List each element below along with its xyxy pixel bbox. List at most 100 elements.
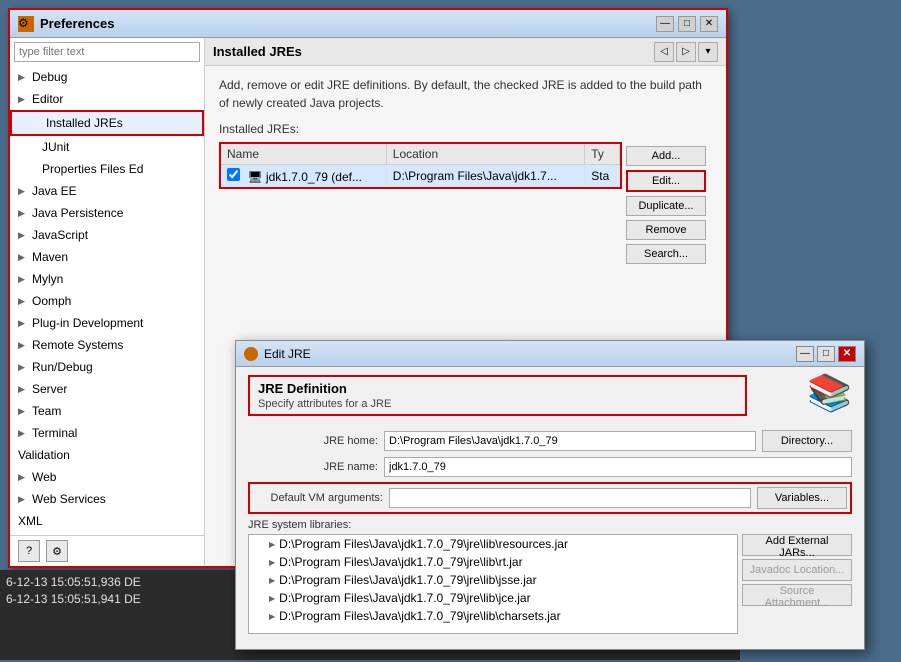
sidebar-item-plugin-dev[interactable]: ▶ Plug-in Development bbox=[10, 312, 204, 334]
javadoc-location-button[interactable]: Javadoc Location... bbox=[742, 559, 852, 581]
sidebar-item-java-ee[interactable]: ▶ Java EE bbox=[10, 180, 204, 202]
jre-name-input[interactable] bbox=[384, 457, 852, 477]
sidebar-item-server[interactable]: ▶ Server bbox=[10, 378, 204, 400]
sidebar-item-debug[interactable]: ▶ Debug bbox=[10, 66, 204, 88]
sidebar-item-label: Terminal bbox=[32, 424, 77, 442]
jre-checkbox[interactable] bbox=[227, 168, 240, 181]
sidebar-item-oomph[interactable]: ▶ Oomph bbox=[10, 290, 204, 312]
sidebar-item-web-services[interactable]: ▶ Web Services bbox=[10, 488, 204, 510]
jre-home-row: JRE home: Directory... bbox=[248, 430, 852, 452]
toolbar-nav: ◁ ▷ ▾ bbox=[654, 42, 718, 62]
sidebar-item-terminal[interactable]: ▶ Terminal bbox=[10, 422, 204, 444]
nav-forward-button[interactable]: ▷ bbox=[676, 42, 696, 62]
duplicate-button[interactable]: Duplicate... bbox=[626, 196, 706, 216]
edit-button[interactable]: Edit... bbox=[626, 170, 706, 192]
default-vm-input[interactable] bbox=[389, 488, 751, 508]
sidebar-item-label: JavaScript bbox=[32, 226, 88, 244]
jre-home-input[interactable] bbox=[384, 431, 756, 451]
sidebar-item-label: Maven bbox=[32, 248, 68, 266]
dialog-minimize-button[interactable]: — bbox=[796, 346, 814, 362]
arrow-icon: ▶ bbox=[269, 540, 275, 549]
col-type: Ty bbox=[585, 144, 620, 165]
sidebar-item-label: JUnit bbox=[42, 138, 69, 156]
minimize-button[interactable]: — bbox=[656, 16, 674, 32]
books-icon: 📚 bbox=[807, 375, 852, 411]
sidebar-item-label: Plug-in Development bbox=[32, 314, 143, 332]
preferences-title: Preferences bbox=[40, 16, 114, 31]
list-item[interactable]: ▶ D:\Program Files\Java\jdk1.7.0_79\jre\… bbox=[249, 589, 737, 607]
filter-input[interactable] bbox=[14, 42, 200, 62]
jre-table: Name Location Ty 🖥 jdk1.7.0_79 (def... bbox=[221, 144, 620, 187]
sidebar-item-validation[interactable]: Validation bbox=[10, 444, 204, 466]
arrow-icon: ▶ bbox=[18, 226, 28, 244]
sidebar-item-label: Editor bbox=[32, 90, 63, 108]
sidebar-item-label: Debug bbox=[32, 68, 67, 86]
nav-dropdown-button[interactable]: ▾ bbox=[698, 42, 718, 62]
list-item[interactable]: ▶ D:\Program Files\Java\jdk1.7.0_79\jre\… bbox=[249, 553, 737, 571]
maximize-button[interactable]: □ bbox=[678, 16, 696, 32]
lib-path: D:\Program Files\Java\jdk1.7.0_79\jre\li… bbox=[279, 591, 530, 605]
add-external-jars-button[interactable]: Add External JARs... bbox=[742, 534, 852, 556]
sidebar-item-label: XML bbox=[18, 512, 43, 530]
col-name: Name bbox=[221, 144, 386, 165]
arrow-icon: ▶ bbox=[18, 468, 28, 486]
arrow-icon: ▶ bbox=[18, 182, 28, 200]
arrow-icon: ▶ bbox=[269, 594, 275, 603]
add-button[interactable]: Add... bbox=[626, 146, 706, 166]
sidebar-item-properties[interactable]: Properties Files Ed bbox=[10, 158, 204, 180]
sidebar-tree[interactable]: ▶ Debug ▶ Editor Installed JREs JUnit Pr… bbox=[10, 66, 204, 535]
sidebar-item-junit[interactable]: JUnit bbox=[10, 136, 204, 158]
sidebar-item-xml[interactable]: XML bbox=[10, 510, 204, 532]
sidebar-item-javascript[interactable]: ▶ JavaScript bbox=[10, 224, 204, 246]
dialog-controls: — □ ✕ bbox=[796, 346, 856, 362]
dialog-close-button[interactable]: ✕ bbox=[838, 346, 856, 362]
list-item[interactable]: ▶ D:\Program Files\Java\jdk1.7.0_79\jre\… bbox=[249, 535, 737, 553]
jre-name-row: JRE name: bbox=[248, 457, 852, 477]
panel-description: Add, remove or edit JRE definitions. By … bbox=[219, 76, 712, 112]
sidebar-item-label: Java EE bbox=[32, 182, 77, 200]
sidebar-item-label: Installed JREs bbox=[46, 114, 123, 132]
close-button[interactable]: ✕ bbox=[700, 16, 718, 32]
libraries-area: ▶ D:\Program Files\Java\jdk1.7.0_79\jre\… bbox=[248, 534, 852, 634]
arrow-icon: ▶ bbox=[18, 292, 28, 310]
dialog-icon bbox=[244, 347, 258, 361]
arrow-icon: ▶ bbox=[18, 358, 28, 376]
sidebar-item-installed-jres[interactable]: Installed JREs bbox=[10, 110, 204, 136]
jre-type-cell: Sta bbox=[585, 165, 620, 188]
arrow-icon: ▶ bbox=[18, 380, 28, 398]
sidebar-item-mylyn[interactable]: ▶ Mylyn bbox=[10, 268, 204, 290]
sidebar-item-label: Web Services bbox=[32, 490, 106, 508]
libraries-list[interactable]: ▶ D:\Program Files\Java\jdk1.7.0_79\jre\… bbox=[248, 534, 738, 634]
arrow-icon: ▶ bbox=[269, 576, 275, 585]
list-item[interactable]: ▶ D:\Program Files\Java\jdk1.7.0_79\jre\… bbox=[249, 571, 737, 589]
dialog-heading: JRE Definition bbox=[258, 381, 737, 396]
sidebar-item-java-persistence[interactable]: ▶ Java Persistence bbox=[10, 202, 204, 224]
sidebar-item-remote-systems[interactable]: ▶ Remote Systems bbox=[10, 334, 204, 356]
sidebar-item-run-debug[interactable]: ▶ Run/Debug bbox=[10, 356, 204, 378]
source-attachment-button[interactable]: Source Attachment... bbox=[742, 584, 852, 606]
arrow-icon: ▶ bbox=[18, 204, 28, 222]
dialog-maximize-button[interactable]: □ bbox=[817, 346, 835, 362]
search-button[interactable]: Search... bbox=[626, 244, 706, 264]
sidebar-item-label: Properties Files Ed bbox=[42, 160, 143, 178]
sidebar-item-label: Oomph bbox=[32, 292, 71, 310]
titlebar-controls: — □ ✕ bbox=[656, 16, 718, 32]
preferences-btn[interactable]: ⚙ bbox=[46, 540, 68, 562]
sidebar-item-team[interactable]: ▶ Team bbox=[10, 400, 204, 422]
remove-button[interactable]: Remove bbox=[626, 220, 706, 240]
variables-button[interactable]: Variables... bbox=[757, 487, 847, 509]
jre-location-cell: D:\Program Files\Java\jdk1.7... bbox=[386, 165, 584, 188]
list-item[interactable]: ▶ D:\Program Files\Java\jdk1.7.0_79\jre\… bbox=[249, 607, 737, 625]
preferences-titlebar: ⚙ Preferences — □ ✕ bbox=[10, 10, 726, 38]
sidebar-item-editor[interactable]: ▶ Editor bbox=[10, 88, 204, 110]
dialog-heading-box: JRE Definition Specify attributes for a … bbox=[248, 375, 747, 416]
sidebar-item-maven[interactable]: ▶ Maven bbox=[10, 246, 204, 268]
sidebar-item-web[interactable]: ▶ Web bbox=[10, 466, 204, 488]
jre-list-label: Installed JREs: bbox=[219, 122, 712, 136]
dialog-titlebar: Edit JRE — □ ✕ bbox=[236, 341, 864, 367]
table-row[interactable]: 🖥 jdk1.7.0_79 (def... D:\Program Files\J… bbox=[221, 165, 620, 188]
help-button[interactable]: ? bbox=[18, 540, 40, 562]
directory-button[interactable]: Directory... bbox=[762, 430, 852, 452]
arrow-icon: ▶ bbox=[18, 90, 28, 108]
nav-back-button[interactable]: ◁ bbox=[654, 42, 674, 62]
